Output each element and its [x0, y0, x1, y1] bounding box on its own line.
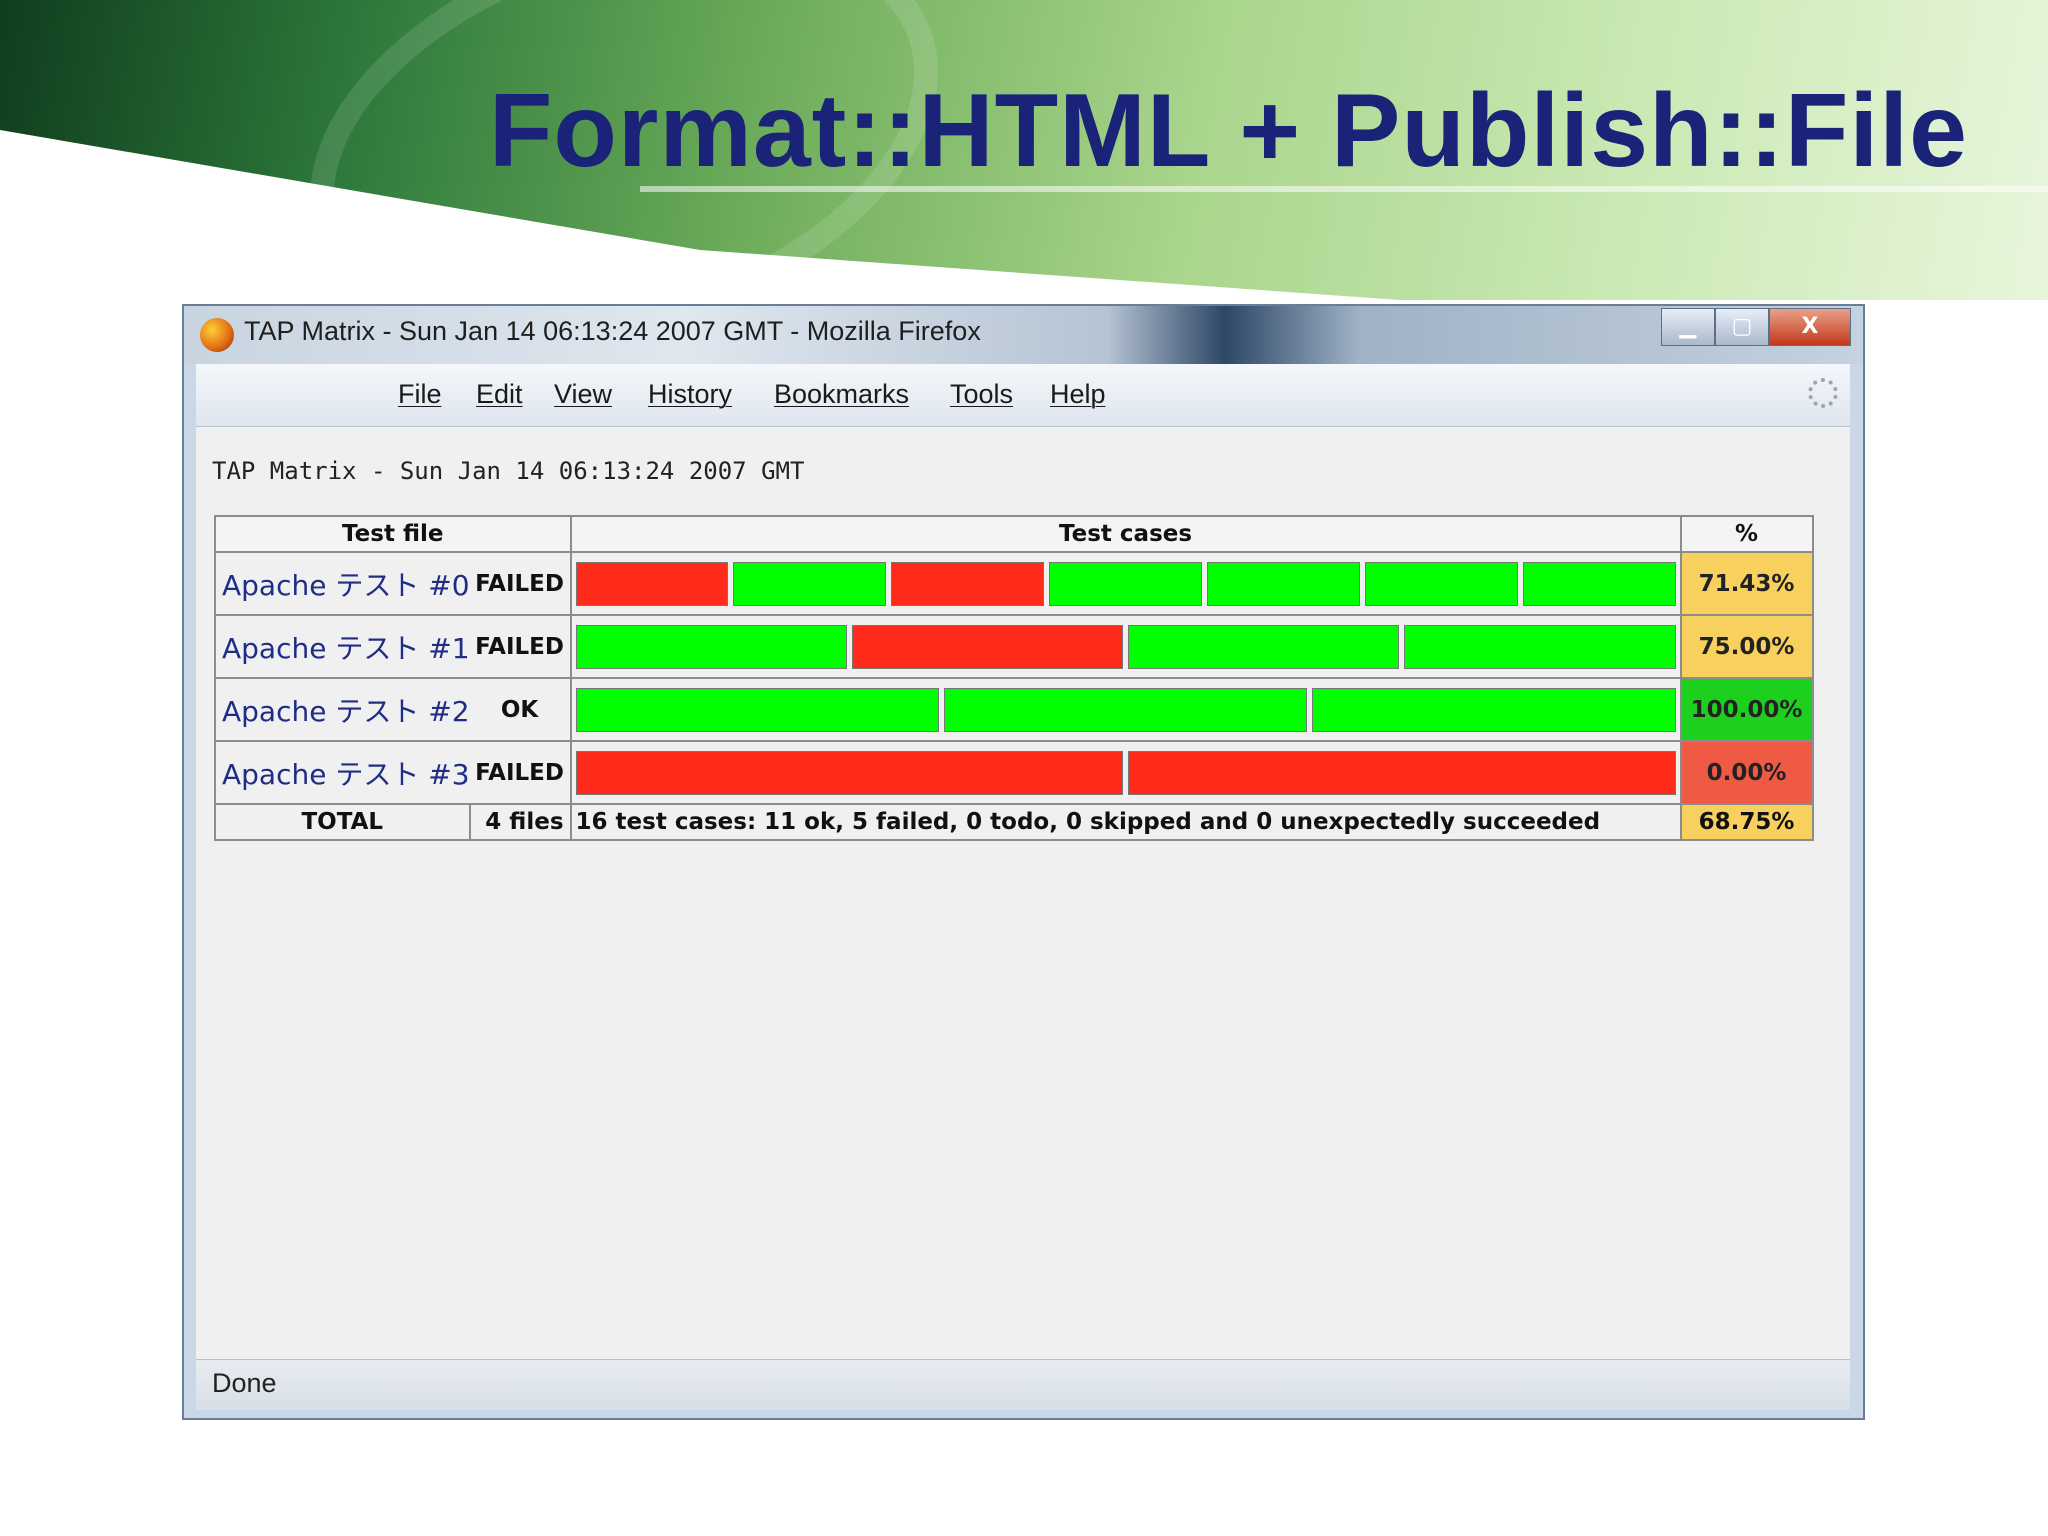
- status-bar: Done: [196, 1359, 1850, 1410]
- menu-help[interactable]: Help: [1050, 379, 1106, 410]
- test-case-failed: [851, 624, 1124, 669]
- menu-tools[interactable]: Tools: [950, 379, 1013, 410]
- test-file-percent: 0.00%: [1679, 740, 1814, 805]
- test-case-ok: [943, 687, 1308, 732]
- menu-view[interactable]: View: [554, 379, 612, 410]
- test-case-ok: [1206, 561, 1360, 606]
- test-file-percent: 75.00%: [1679, 614, 1814, 679]
- test-case-ok: [1522, 561, 1676, 606]
- test-file-status: OK: [469, 677, 572, 742]
- test-file-percent: 71.43%: [1679, 551, 1814, 616]
- total-percent: 68.75%: [1679, 803, 1814, 841]
- menu-bookmarks[interactable]: Bookmarks: [774, 379, 909, 410]
- header-test-cases: Test cases: [569, 515, 1682, 553]
- close-button[interactable]: X: [1769, 308, 1851, 346]
- page-heading: TAP Matrix - Sun Jan 14 06:13:24 2007 GM…: [212, 457, 805, 485]
- test-file-status: FAILED: [469, 551, 572, 616]
- test-file-name: Apache テスト #2: [214, 677, 470, 742]
- test-case-ok: [733, 561, 887, 606]
- page-content: TAP Matrix - Sun Jan 14 06:13:24 2007 GM…: [196, 427, 1850, 1359]
- test-case-ok: [1049, 561, 1202, 606]
- firefox-icon[interactable]: [200, 318, 234, 352]
- menu-history[interactable]: History: [648, 379, 732, 410]
- menu-edit[interactable]: Edit: [476, 379, 523, 410]
- test-case-ok: [575, 687, 939, 732]
- total-row: TOTAL 4 files 16 test cases: 11 ok, 5 fa…: [214, 803, 1814, 841]
- total-files: 4 files: [468, 803, 572, 841]
- test-file-status: FAILED: [469, 740, 572, 805]
- table-row: Apache テスト #0 FAILED 71.43%: [214, 551, 1814, 616]
- test-case-failed: [891, 561, 1045, 606]
- header-percent: %: [1679, 515, 1814, 553]
- tap-matrix-table: Test file Test cases % Apache テスト #0 FAI…: [214, 515, 1814, 841]
- minimize-button[interactable]: ▁: [1661, 308, 1715, 346]
- test-cases-cell: [569, 740, 1682, 805]
- test-case-ok: [1364, 561, 1518, 606]
- window-titlebar[interactable]: TAP Matrix - Sun Jan 14 06:13:24 2007 GM…: [184, 306, 1863, 364]
- test-file-name: Apache テスト #1: [214, 614, 470, 679]
- test-case-bar: [575, 750, 1676, 795]
- window-title: TAP Matrix - Sun Jan 14 06:13:24 2007 GM…: [244, 316, 981, 346]
- window-controls: ▁ ▢ X: [1661, 308, 1851, 348]
- test-file-name: Apache テスト #0: [214, 551, 470, 616]
- test-case-ok: [1312, 687, 1676, 732]
- test-cases-cell: [569, 614, 1682, 679]
- menu-file[interactable]: File: [398, 379, 442, 410]
- test-case-ok: [1404, 624, 1676, 669]
- menu-bar: File Edit View History Bookmarks Tools H…: [196, 364, 1850, 427]
- total-label: TOTAL: [214, 803, 471, 841]
- test-cases-cell: [569, 551, 1682, 616]
- test-cases-cell: [569, 677, 1682, 742]
- total-summary: 16 test cases: 11 ok, 5 failed, 0 todo, …: [569, 803, 1682, 841]
- test-case-bar: [575, 624, 1676, 669]
- table-row: Apache テスト #3 FAILED 0.00%: [214, 740, 1814, 805]
- test-case-failed: [1128, 750, 1676, 795]
- test-case-bar: [575, 561, 1676, 606]
- test-case-failed: [575, 750, 1124, 795]
- maximize-button[interactable]: ▢: [1715, 308, 1769, 346]
- status-text: Done: [212, 1368, 277, 1398]
- table-header-row: Test file Test cases %: [214, 515, 1814, 553]
- header-test-file: Test file: [214, 515, 572, 553]
- test-case-failed: [575, 561, 729, 606]
- table-row: Apache テスト #2 OK 100.00%: [214, 677, 1814, 742]
- test-file-percent: 100.00%: [1679, 677, 1814, 742]
- slide-title: Format::HTML + Publish::File: [488, 73, 1968, 189]
- test-case-ok: [575, 624, 847, 669]
- throbber-icon: [1808, 378, 1838, 408]
- browser-window: TAP Matrix - Sun Jan 14 06:13:24 2007 GM…: [182, 304, 1865, 1420]
- test-case-bar: [575, 687, 1676, 732]
- table-row: Apache テスト #1 FAILED 75.00%: [214, 614, 1814, 679]
- test-file-status: FAILED: [469, 614, 572, 679]
- test-file-name: Apache テスト #3: [214, 740, 470, 805]
- test-case-ok: [1128, 624, 1400, 669]
